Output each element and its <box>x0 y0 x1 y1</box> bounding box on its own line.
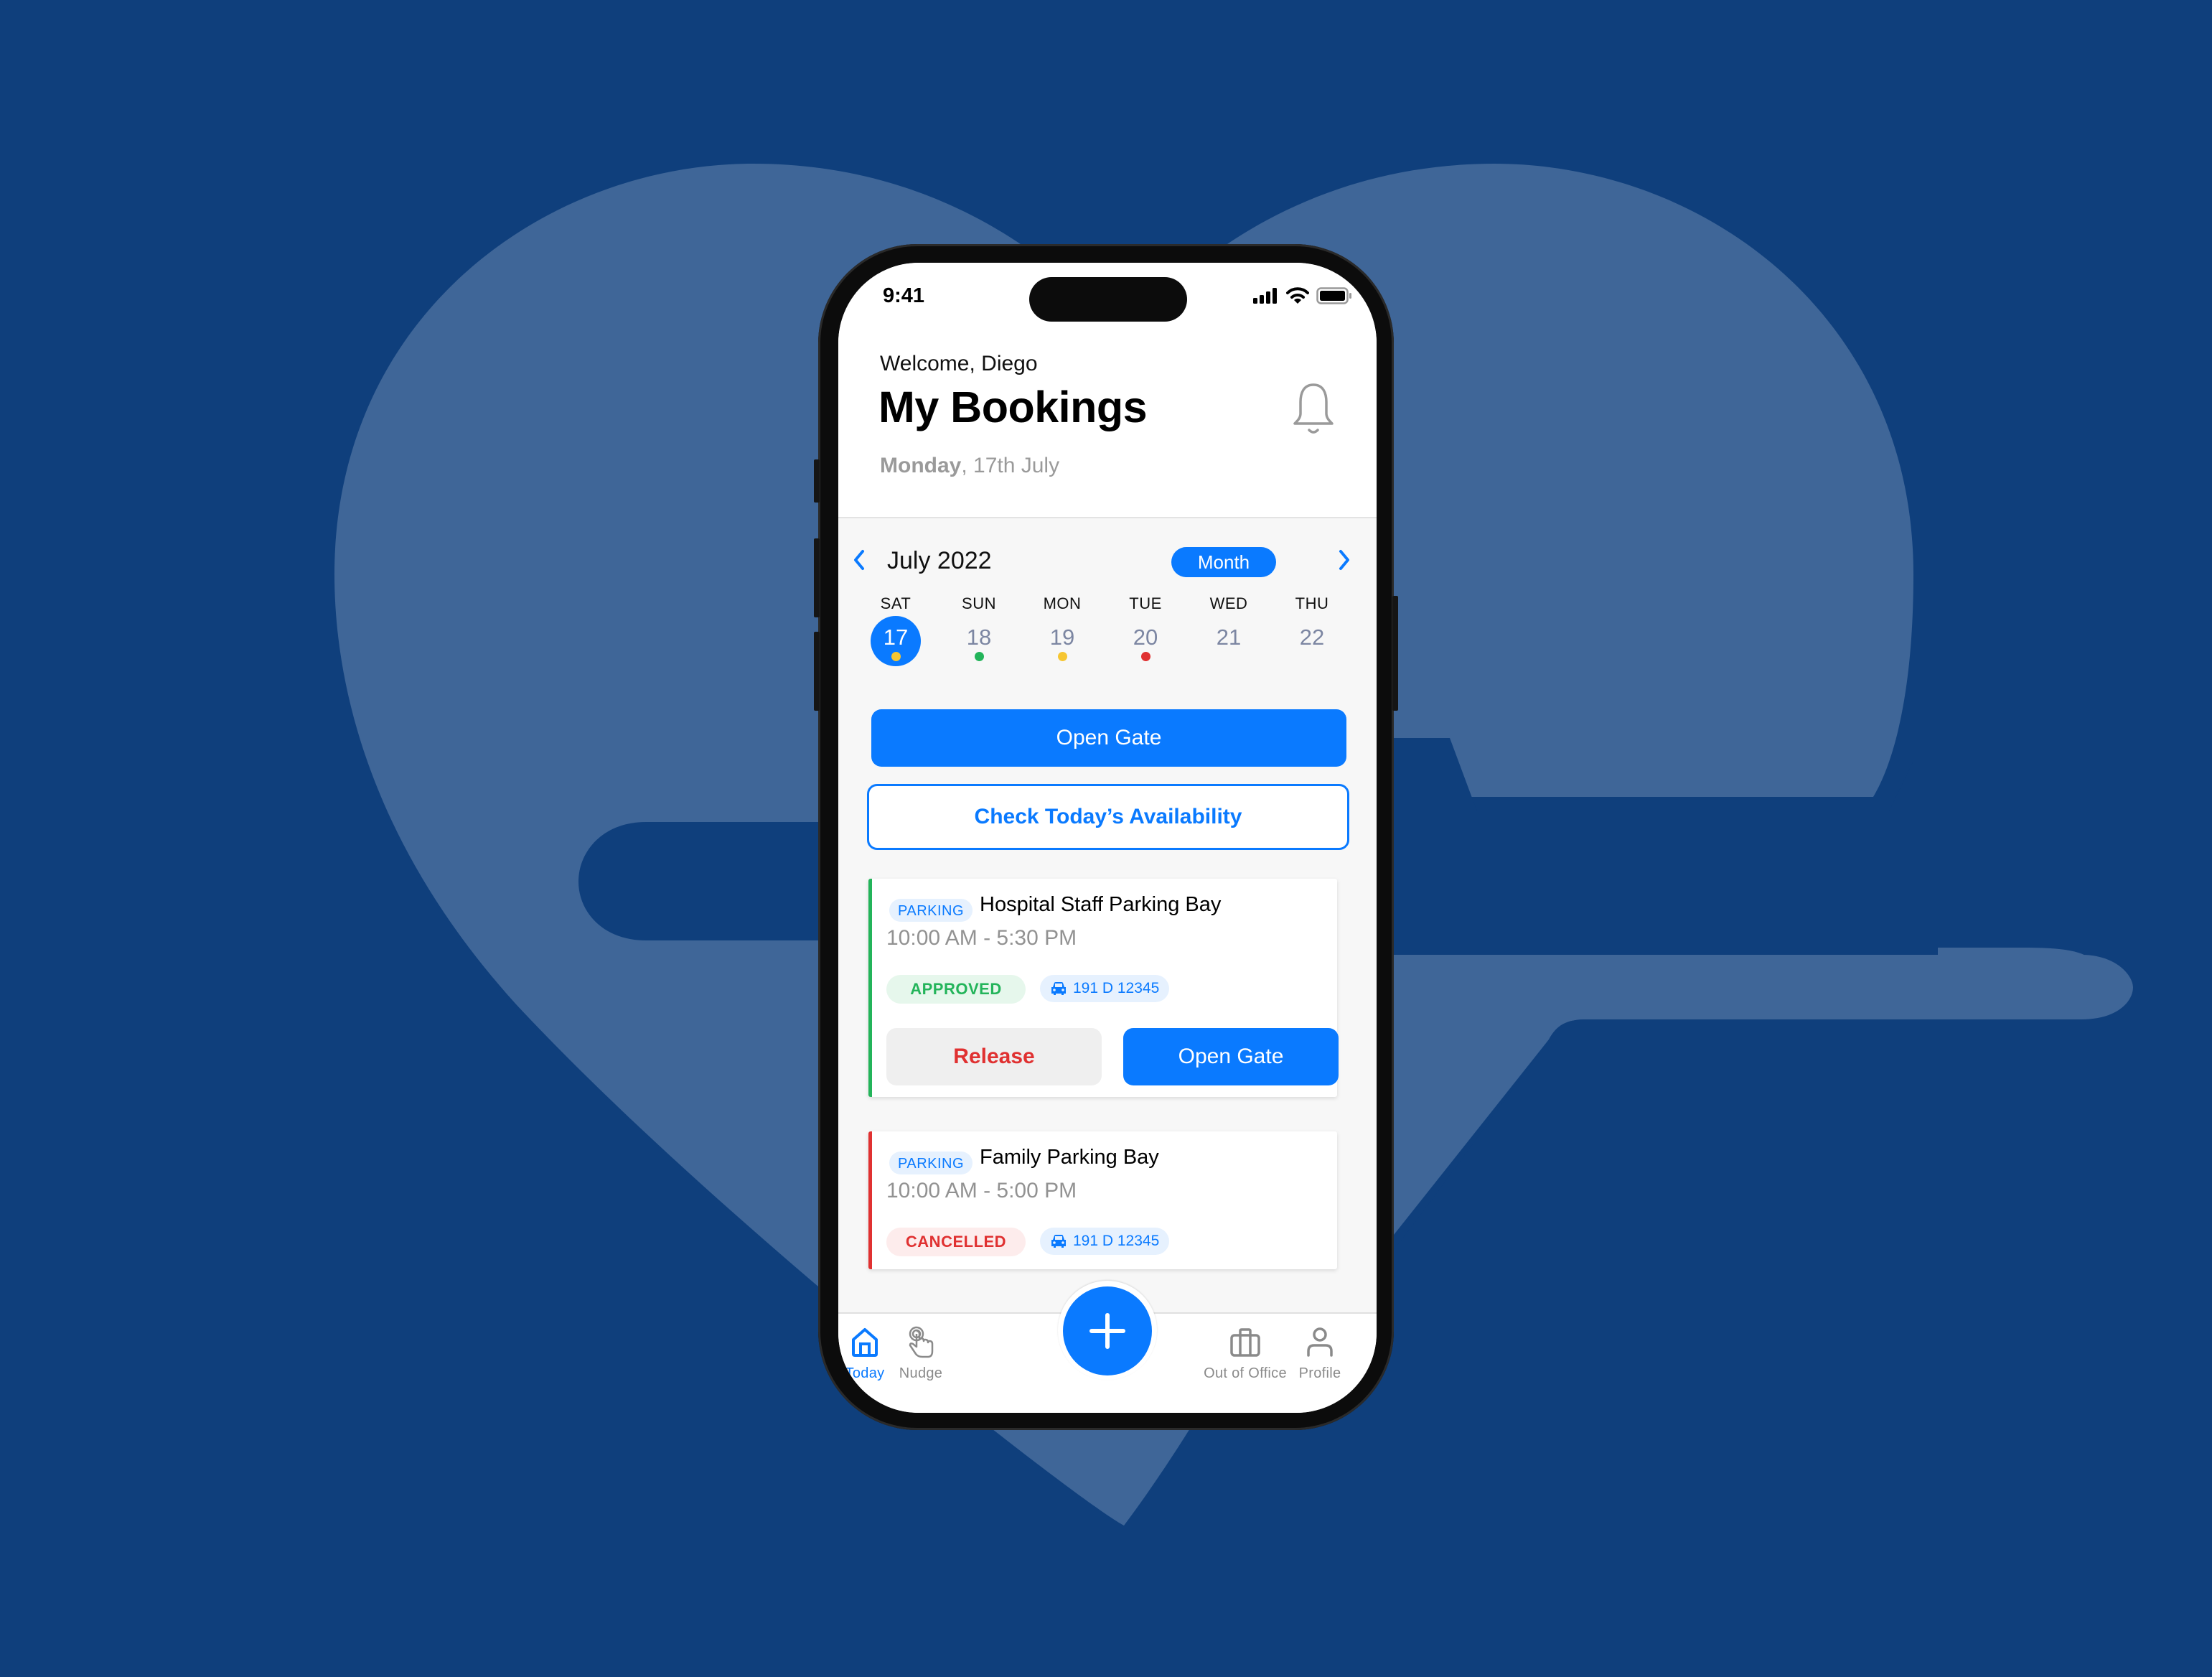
booking-status-dot-pending <box>1058 652 1067 661</box>
calendar-day[interactable]: SAT 17 <box>854 594 937 673</box>
license-plate-badge: 191 D 12345 <box>1040 1228 1170 1255</box>
wifi-icon <box>1286 287 1309 304</box>
chevron-left-icon[interactable] <box>848 547 870 573</box>
date[interactable]: 21 <box>1204 616 1254 666</box>
pulse-below-cover <box>1394 1019 2212 1677</box>
tap-hand-icon <box>909 1326 934 1358</box>
booking-status-dot-approved <box>975 652 984 661</box>
status-icons <box>1253 287 1352 304</box>
license-plate-badge: 191 D 12345 <box>1040 975 1170 1002</box>
app-screen: 9:41 Welcome, Diego My Bookings Monday, … <box>838 263 1377 1413</box>
license-plate: 191 D 12345 <box>1073 980 1160 996</box>
status-badge: CANCELLED <box>886 1228 1026 1256</box>
booking-status-dot-pending <box>891 652 901 661</box>
volume-up-button <box>814 538 820 617</box>
weekday-label: SUN <box>962 594 996 612</box>
chevron-right-icon[interactable] <box>1334 547 1355 573</box>
pulse-line-left <box>578 822 838 940</box>
calendar-day[interactable]: SUN 18 <box>937 594 1021 673</box>
phone-frame: 9:41 Welcome, Diego My Bookings Monday, … <box>814 244 1398 1430</box>
calendar-day[interactable]: WED 21 <box>1187 594 1270 673</box>
tab-nudge[interactable]: Nudge <box>867 1318 975 1382</box>
selected-date[interactable]: 17 <box>871 616 921 666</box>
tab-profile[interactable]: Profile <box>1273 1318 1367 1382</box>
battery-icon <box>1316 287 1351 304</box>
plus-icon <box>1089 1313 1125 1349</box>
booking-type-tag: PARKING <box>889 1152 973 1174</box>
date[interactable]: 18 <box>954 616 1004 666</box>
weekday-label: TUE <box>1129 594 1162 612</box>
header: 9:41 Welcome, Diego My Bookings Monday, … <box>838 263 1377 518</box>
weekday-label: MON <box>1043 594 1082 612</box>
bell-icon[interactable] <box>1292 382 1335 436</box>
booking-card[interactable]: PARKING Hospital Staff Parking Bay 10:00… <box>868 879 1339 1097</box>
card-open-gate-button[interactable]: Open Gate <box>1123 1028 1339 1085</box>
booking-hours: 10:00 AM - 5:00 PM <box>886 1179 1077 1202</box>
date-number: 18 <box>966 625 992 650</box>
welcome-text: Welcome, Diego <box>880 352 1038 375</box>
booking-hours: 10:00 AM - 5:30 PM <box>886 926 1077 950</box>
current-weekday: Monday <box>880 454 962 477</box>
add-booking-button[interactable] <box>1063 1286 1152 1375</box>
weekday-label: WED <box>1209 594 1248 612</box>
car-icon <box>1051 982 1066 995</box>
date-number: 17 <box>883 625 909 650</box>
tab-label: Profile <box>1298 1365 1341 1381</box>
car-icon <box>1051 1235 1066 1248</box>
booking-location: Family Parking Bay <box>980 1146 1159 1169</box>
status-time: 9:41 <box>883 284 925 307</box>
week-strip: SAT 17 SUN 18 MON 19 TUE 20 WED 21 THU 22 <box>854 594 1364 673</box>
date[interactable]: 22 <box>1287 616 1337 666</box>
check-availability-button[interactable]: Check Today’s Availability <box>867 784 1349 850</box>
booking-location: Hospital Staff Parking Bay <box>980 893 1222 916</box>
month-view-toggle[interactable]: Month <box>1171 547 1276 577</box>
mute-switch <box>814 459 820 503</box>
current-date-rest: , 17th July <box>961 454 1060 477</box>
power-button <box>1392 596 1398 711</box>
open-gate-button[interactable]: Open Gate <box>871 709 1346 767</box>
status-badge: APPROVED <box>886 975 1026 1004</box>
calendar-day[interactable]: MON 19 <box>1021 594 1104 673</box>
date-number: 20 <box>1133 625 1158 650</box>
booking-card[interactable]: PARKING Family Parking Bay 10:00 AM - 5:… <box>868 1131 1337 1269</box>
dynamic-island <box>1029 277 1187 322</box>
person-icon <box>1307 1327 1333 1357</box>
date-number: 19 <box>1049 625 1075 650</box>
release-button[interactable]: Release <box>886 1028 1102 1085</box>
tab-label: Nudge <box>899 1365 943 1381</box>
calendar-header: July 2022 Month <box>838 543 1377 579</box>
date[interactable]: 19 <box>1037 616 1087 666</box>
calendar-day[interactable]: TUE 20 <box>1104 594 1187 673</box>
date[interactable]: 20 <box>1120 616 1171 666</box>
booking-status-dot-cancelled <box>1141 652 1150 661</box>
cellular-signal-icon <box>1253 288 1277 304</box>
calendar-day[interactable]: THU 22 <box>1270 594 1354 673</box>
month-label: July 2022 <box>887 547 992 574</box>
date-number: 21 <box>1216 625 1242 650</box>
volume-down-button <box>814 632 820 711</box>
weekday-label: THU <box>1295 594 1329 612</box>
booking-type-tag: PARKING <box>889 899 973 922</box>
briefcase-icon <box>1230 1328 1260 1357</box>
weekday-label: SAT <box>880 594 911 612</box>
license-plate: 191 D 12345 <box>1073 1233 1160 1249</box>
page-title: My Bookings <box>878 383 1148 431</box>
date-number: 22 <box>1299 625 1325 650</box>
current-date: Monday, 17th July <box>880 454 1059 478</box>
